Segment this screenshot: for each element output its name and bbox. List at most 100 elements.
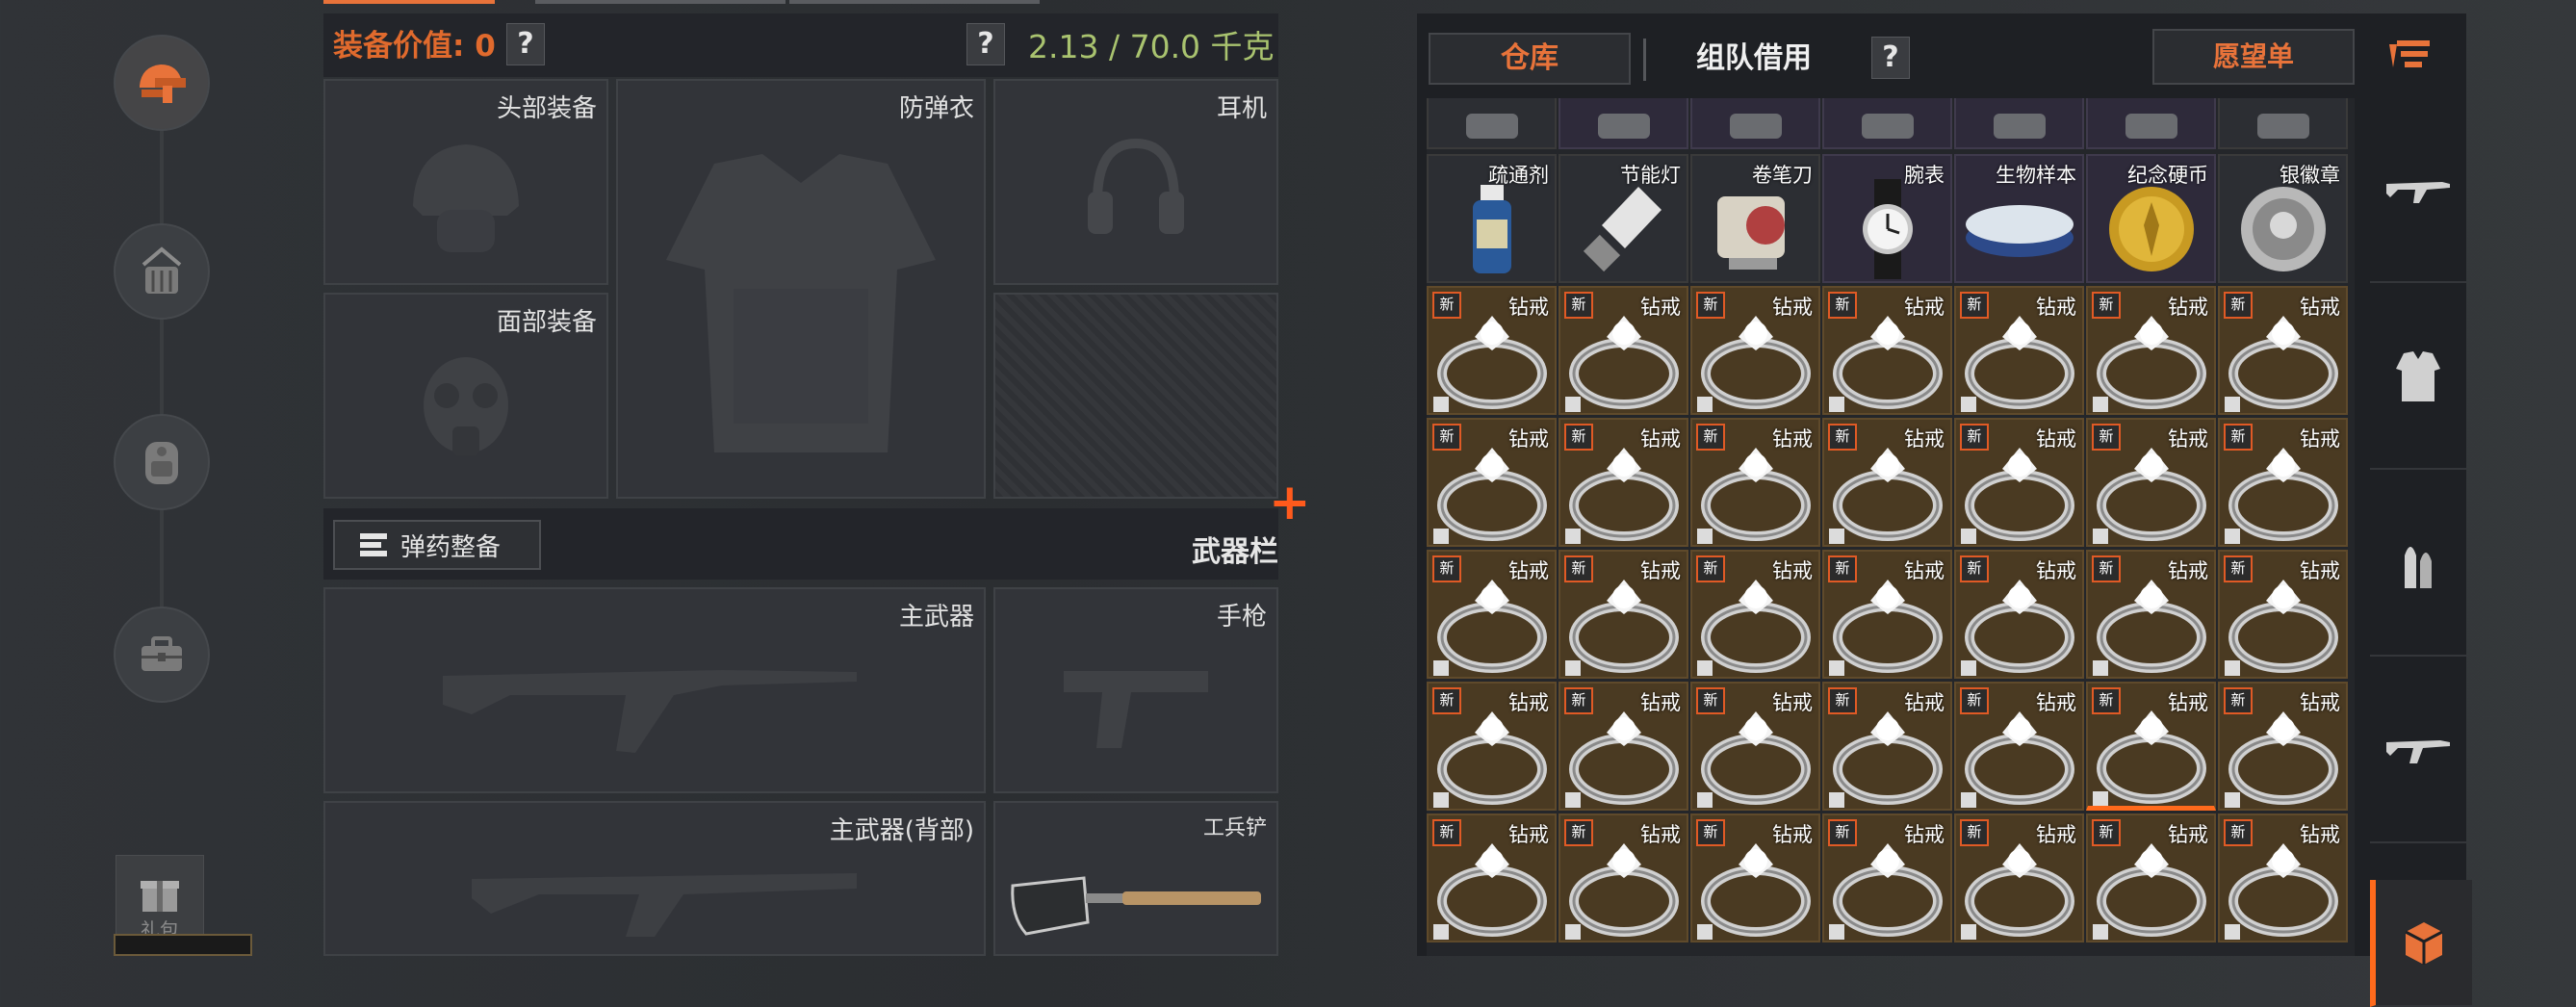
slot-pistol[interactable]: 手枪 — [993, 587, 1278, 793]
slot-head[interactable]: 头部装备 — [323, 79, 608, 285]
category-filter-column — [2370, 98, 2472, 1007]
storage-cell[interactable]: 疏通剂 — [1427, 154, 1557, 283]
storage-cell-ring[interactable]: 新 钻戒 — [2218, 813, 2348, 942]
storage-cell-ring[interactable]: 新 钻戒 — [1954, 813, 2084, 942]
storage-cell[interactable]: 银徽章 — [2218, 154, 2348, 283]
diamond-ring-icon — [1824, 441, 1950, 545]
new-badge: 新 — [1696, 555, 1725, 582]
item-name: 腕表 — [1904, 164, 1945, 187]
storage-cell-ring[interactable]: 新 钻戒 — [1427, 682, 1557, 811]
storage-cell-ring[interactable]: 新 钻戒 — [1822, 550, 1952, 679]
value-help-button[interactable]: ? — [506, 23, 545, 65]
filter-armor-vest[interactable] — [2370, 285, 2466, 470]
storage-cell-ring[interactable]: 新 钻戒 — [1558, 286, 1688, 415]
tab-storage[interactable]: 仓库 — [1429, 33, 1631, 85]
storage-cell-ring[interactable]: 新 钻戒 — [1954, 550, 2084, 679]
new-badge: 新 — [1828, 687, 1857, 714]
team-borrow-help-button[interactable]: ? — [1871, 37, 1910, 79]
storage-cell-ring[interactable]: 新 钻戒 — [1558, 813, 1688, 942]
item-name: 钻戒 — [1772, 296, 1813, 319]
tab-wishlist[interactable]: 愿望单 — [2152, 29, 2355, 85]
gift-button[interactable]: 礼包 — [116, 855, 204, 943]
storage-cell-ring[interactable]: 新 钻戒 — [1690, 286, 1820, 415]
storage-cell-ring[interactable]: 新 钻戒 — [1822, 286, 1952, 415]
new-badge: 新 — [1828, 292, 1857, 319]
category-gear-button[interactable] — [114, 223, 210, 320]
sort-icon[interactable] — [2387, 37, 2434, 71]
storage-grid: 疏通剂 节能灯 卷笔刀 腕表 生物样本 纪念硬币 银徽章新钻戒新钻戒新钻戒新钻戒新钻戒新钻戒… — [1427, 98, 2355, 956]
slot-melee[interactable]: 工兵铲 — [993, 801, 1278, 956]
storage-cell-ring[interactable]: 新 钻戒 — [1427, 418, 1557, 547]
new-badge: 新 — [1564, 292, 1593, 319]
storage-cell-ring[interactable]: 新 钻戒 — [1954, 286, 2084, 415]
item-name: 钻戒 — [1640, 427, 1681, 451]
storage-cell-ring[interactable]: 新 钻戒 — [2086, 550, 2216, 679]
storage-cell[interactable] — [1427, 98, 1557, 149]
add-plus-icon[interactable]: + — [1269, 478, 1311, 528]
weight-help-button[interactable]: ? — [966, 23, 1005, 65]
storage-cell-ring[interactable]: 新 钻戒 — [1690, 813, 1820, 942]
storage-cell-ring[interactable]: 新 钻戒 — [1690, 418, 1820, 547]
diamond-ring-icon — [1429, 837, 1555, 941]
storage-cell-ring[interactable]: 新 钻戒 — [1954, 418, 2084, 547]
storage-cell-ring[interactable]: 新 钻戒 — [1558, 682, 1688, 811]
storage-cell-ring[interactable]: 新 钻戒 — [1822, 813, 1952, 942]
storage-cell-ring[interactable]: 新 钻戒 — [1690, 682, 1820, 811]
storage-cell[interactable]: 节能灯 — [1558, 154, 1688, 283]
filter-ammo[interactable] — [2370, 472, 2466, 657]
storage-cell[interactable] — [2086, 98, 2216, 149]
item-name: 钻戒 — [2300, 823, 2340, 846]
storage-cell[interactable] — [1558, 98, 1688, 149]
filter-box[interactable] — [2370, 880, 2472, 1007]
storage-cell-ring[interactable]: 新 钻戒 — [2086, 813, 2216, 942]
storage-cell-ring[interactable]: 新 钻戒 — [1690, 550, 1820, 679]
category-toolbox-button[interactable] — [114, 607, 210, 703]
storage-cell[interactable]: 纪念硬币 — [2086, 154, 2216, 283]
slot-armor[interactable]: 防弹衣 — [616, 79, 986, 499]
filter-assault-rifle[interactable] — [2370, 658, 2466, 843]
storage-cell[interactable] — [1690, 98, 1820, 149]
storage-cell-ring[interactable]: 新 钻戒 — [2218, 550, 2348, 679]
storage-cell-ring[interactable]: 新 钻戒 — [1822, 682, 1952, 811]
storage-cell-ring[interactable]: 新 钻戒 — [1954, 682, 2084, 811]
slot-primary-weapon[interactable]: 主武器 — [323, 587, 986, 793]
filter-rifle[interactable] — [2370, 98, 2466, 283]
storage-cell-ring[interactable]: 新 钻戒 — [1427, 813, 1557, 942]
storage-cell[interactable] — [2218, 98, 2348, 149]
storage-cell-ring[interactable]: 新 钻戒 — [2086, 286, 2216, 415]
diamond-ring-icon — [2220, 573, 2346, 677]
storage-cell-ring[interactable]: 新 钻戒 — [2086, 682, 2216, 811]
storage-cell-ring[interactable]: 新 钻戒 — [1558, 418, 1688, 547]
category-backpack-button[interactable] — [114, 414, 210, 510]
item-name: 钻戒 — [2168, 427, 2208, 451]
item-partial-icon — [1956, 99, 2082, 147]
diamond-ring-icon — [1824, 309, 1950, 413]
new-badge: 新 — [2092, 819, 2121, 846]
storage-cell-ring[interactable]: 新 钻戒 — [2086, 418, 2216, 547]
ammo-loadout-button[interactable]: 弹药整备 — [333, 520, 541, 570]
tab-team-borrow[interactable]: 组队借用 — [1652, 33, 1856, 85]
storage-cell[interactable]: 腕表 — [1822, 154, 1952, 283]
storage-cell-ring[interactable]: 新 钻戒 — [2218, 418, 2348, 547]
diamond-ring-icon — [1824, 573, 1950, 677]
slot-primary-back[interactable]: 主武器(背部) — [323, 801, 986, 956]
storage-cell[interactable]: 卷笔刀 — [1690, 154, 1820, 283]
storage-cell-ring[interactable]: 新 钻戒 — [1427, 286, 1557, 415]
storage-cell-ring[interactable]: 新 钻戒 — [1822, 418, 1952, 547]
storage-cell[interactable]: 生物样本 — [1954, 154, 2084, 283]
storage-cell-ring[interactable]: 新 钻戒 — [2218, 682, 2348, 811]
slot-face[interactable]: 面部装备 — [323, 293, 608, 499]
diamond-ring-icon — [1692, 309, 1818, 413]
storage-cell[interactable] — [1954, 98, 2084, 149]
category-connector-line — [160, 77, 164, 674]
sharpener-icon — [1692, 177, 1818, 281]
storage-cell-ring[interactable]: 新 钻戒 — [2218, 286, 2348, 415]
storage-cell-ring[interactable]: 新 钻戒 — [1558, 550, 1688, 679]
storage-cell-ring[interactable]: 新 钻戒 — [1427, 550, 1557, 679]
new-badge: 新 — [1564, 555, 1593, 582]
category-loadout-button[interactable] — [114, 35, 210, 131]
diamond-ring-icon — [1956, 441, 2082, 545]
slot-headset[interactable]: 耳机 — [993, 79, 1278, 285]
new-badge: 新 — [2092, 292, 2121, 319]
storage-cell[interactable] — [1822, 98, 1952, 149]
